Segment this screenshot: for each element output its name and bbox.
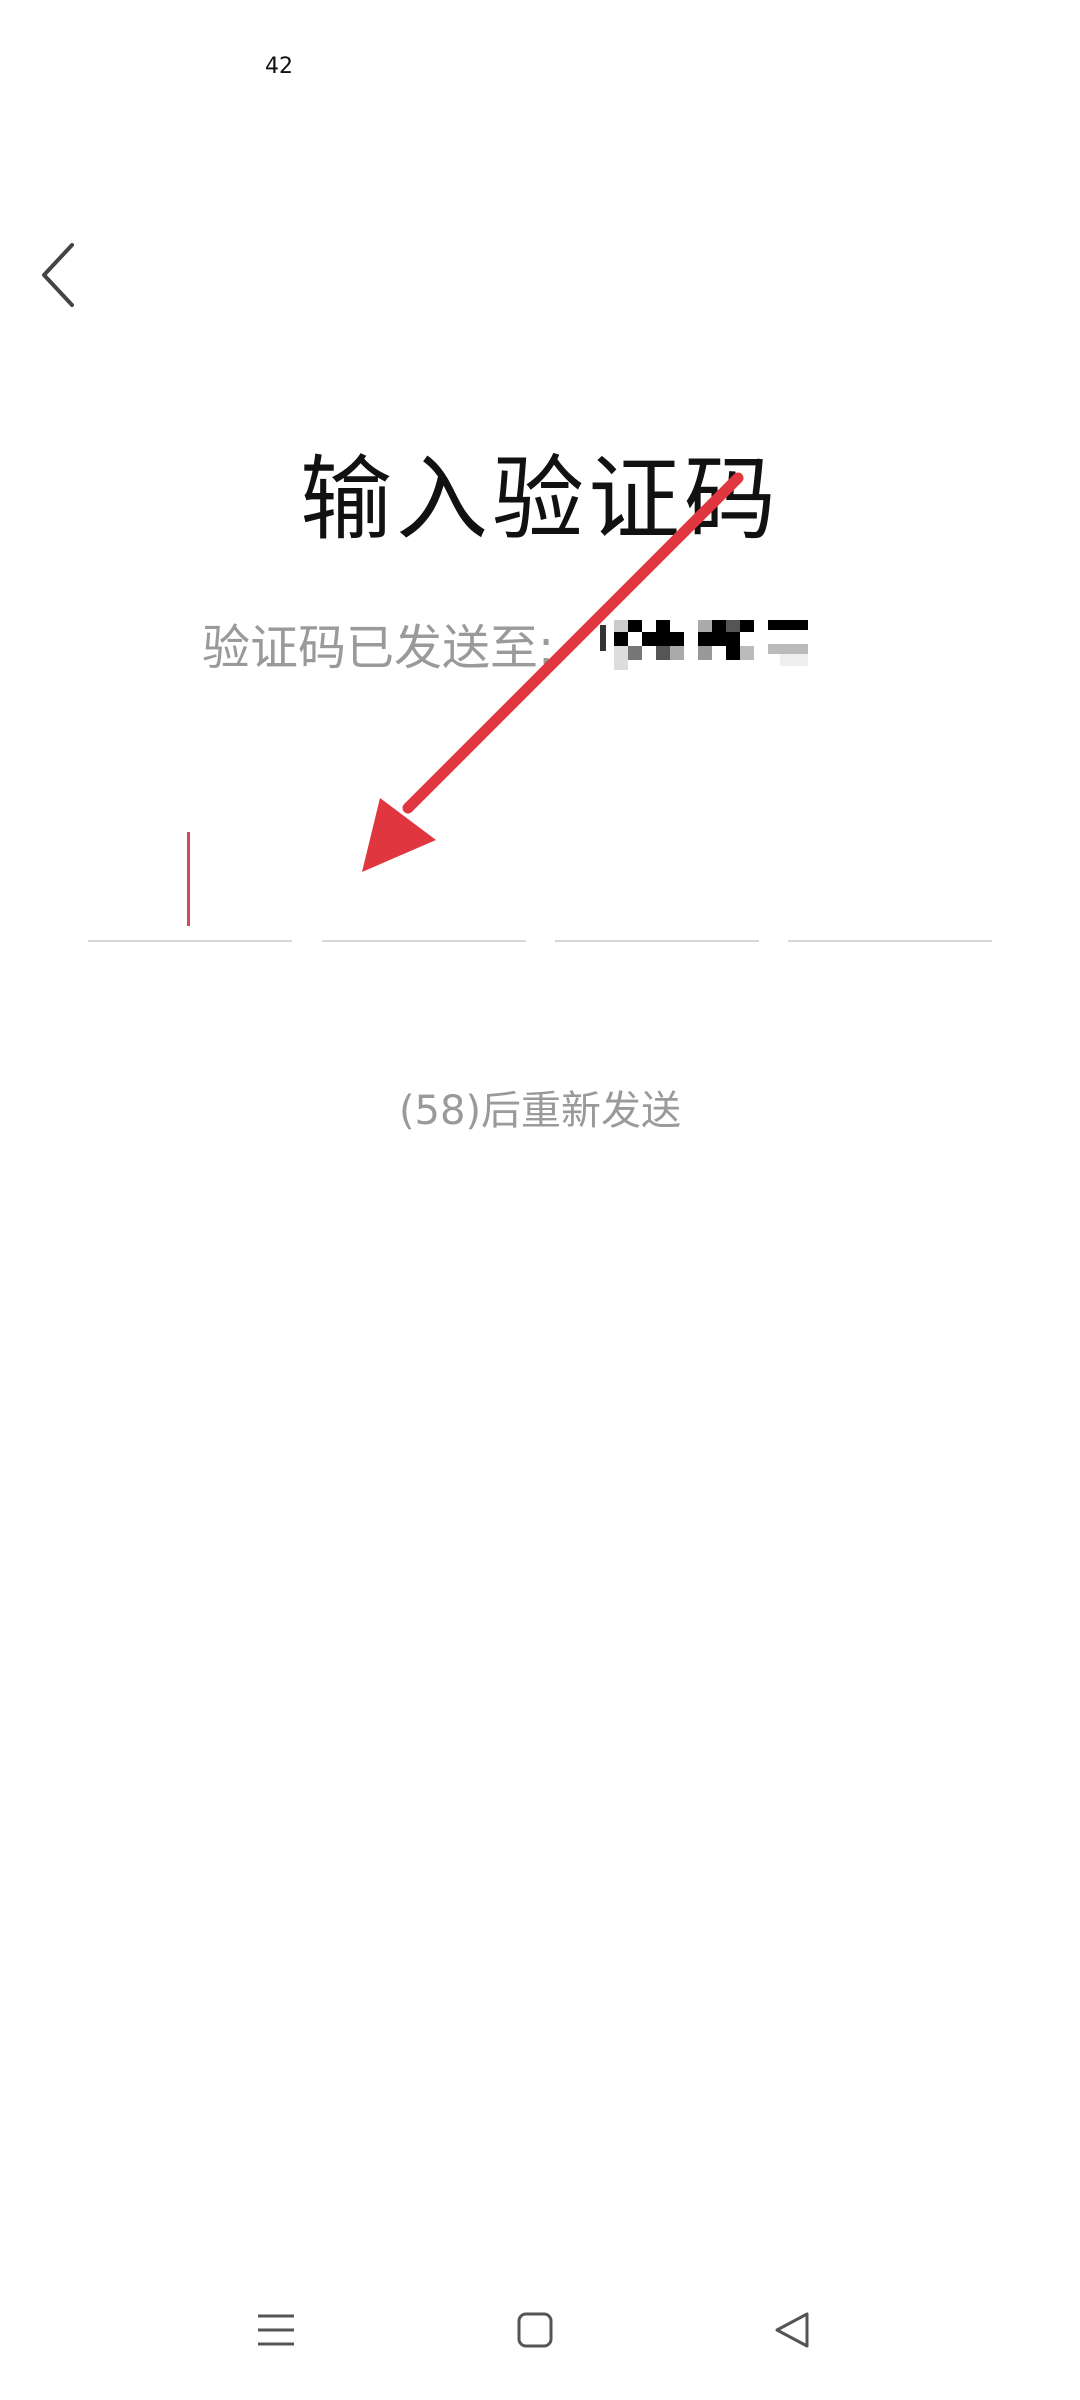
code-input-3[interactable] (555, 820, 759, 942)
status-bar-time: 42 (265, 54, 293, 79)
chevron-left-icon (42, 243, 74, 307)
back-button[interactable] (30, 235, 90, 315)
sent-to-label: 验证码已发送至: (202, 620, 555, 676)
back-triangle-icon[interactable] (763, 2300, 823, 2360)
text-cursor (187, 832, 190, 926)
code-input-2[interactable] (322, 820, 526, 942)
menu-icon[interactable] (246, 2300, 306, 2360)
code-input-4[interactable] (788, 820, 992, 942)
code-input-1[interactable] (88, 820, 292, 942)
verification-code-screen: 42 输入验证码 验证码已发送至: (58)后重新发送 (0, 0, 1080, 2400)
resend-countdown: (58)后重新发送 (398, 1088, 682, 1134)
home-icon[interactable] (505, 2300, 565, 2360)
page-title: 输入验证码 (299, 446, 780, 553)
redacted-phone-number (600, 620, 808, 670)
annotation-arrow (362, 472, 744, 872)
